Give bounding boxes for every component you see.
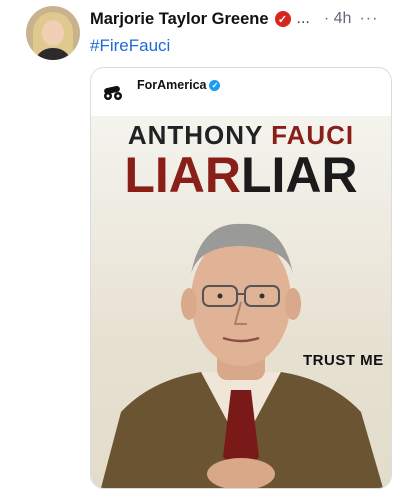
author-avatar[interactable] [26,6,80,60]
avatar-face [42,20,64,46]
quoted-tweet-card[interactable]: ForAmerica ✓ ANTHONY FAUCI LIARLIAR TRUS… [90,67,392,489]
poster-title-first: ANTHONY [127,120,272,150]
verified-badge-icon: ✓ [274,11,291,27]
portrait-illustration [101,223,383,488]
quoted-account-label: ForAmerica [137,78,207,92]
poster-title-last: FAUCI [271,120,355,150]
poster-caption: TRUST ME [303,352,384,369]
hashtag-link[interactable]: #FireFauci [90,36,170,56]
cannon-icon [104,85,122,100]
author-name[interactable]: Marjorie Taylor Greene [90,10,269,29]
handle-ellipsis: ... [296,10,310,27]
poster-image[interactable]: ANTHONY FAUCI LIARLIAR TRUST ME [91,116,391,488]
more-options-icon[interactable]: ··· [359,10,378,28]
verified-icon: ✓ [209,80,221,92]
poster-subtitle: LIARLIAR [91,150,391,200]
poster-subtitle-second: LIAR [241,147,358,203]
quoted-tweet-header: ForAmerica ✓ [91,68,391,116]
poster-subtitle-first: LIAR [124,147,241,203]
quoted-account-name[interactable]: ForAmerica ✓ [137,78,221,92]
tweet-timestamp[interactable]: · 4h [324,10,352,28]
tweet-header: Marjorie Taylor Greene ✓ ... · 4h ··· [90,6,405,32]
